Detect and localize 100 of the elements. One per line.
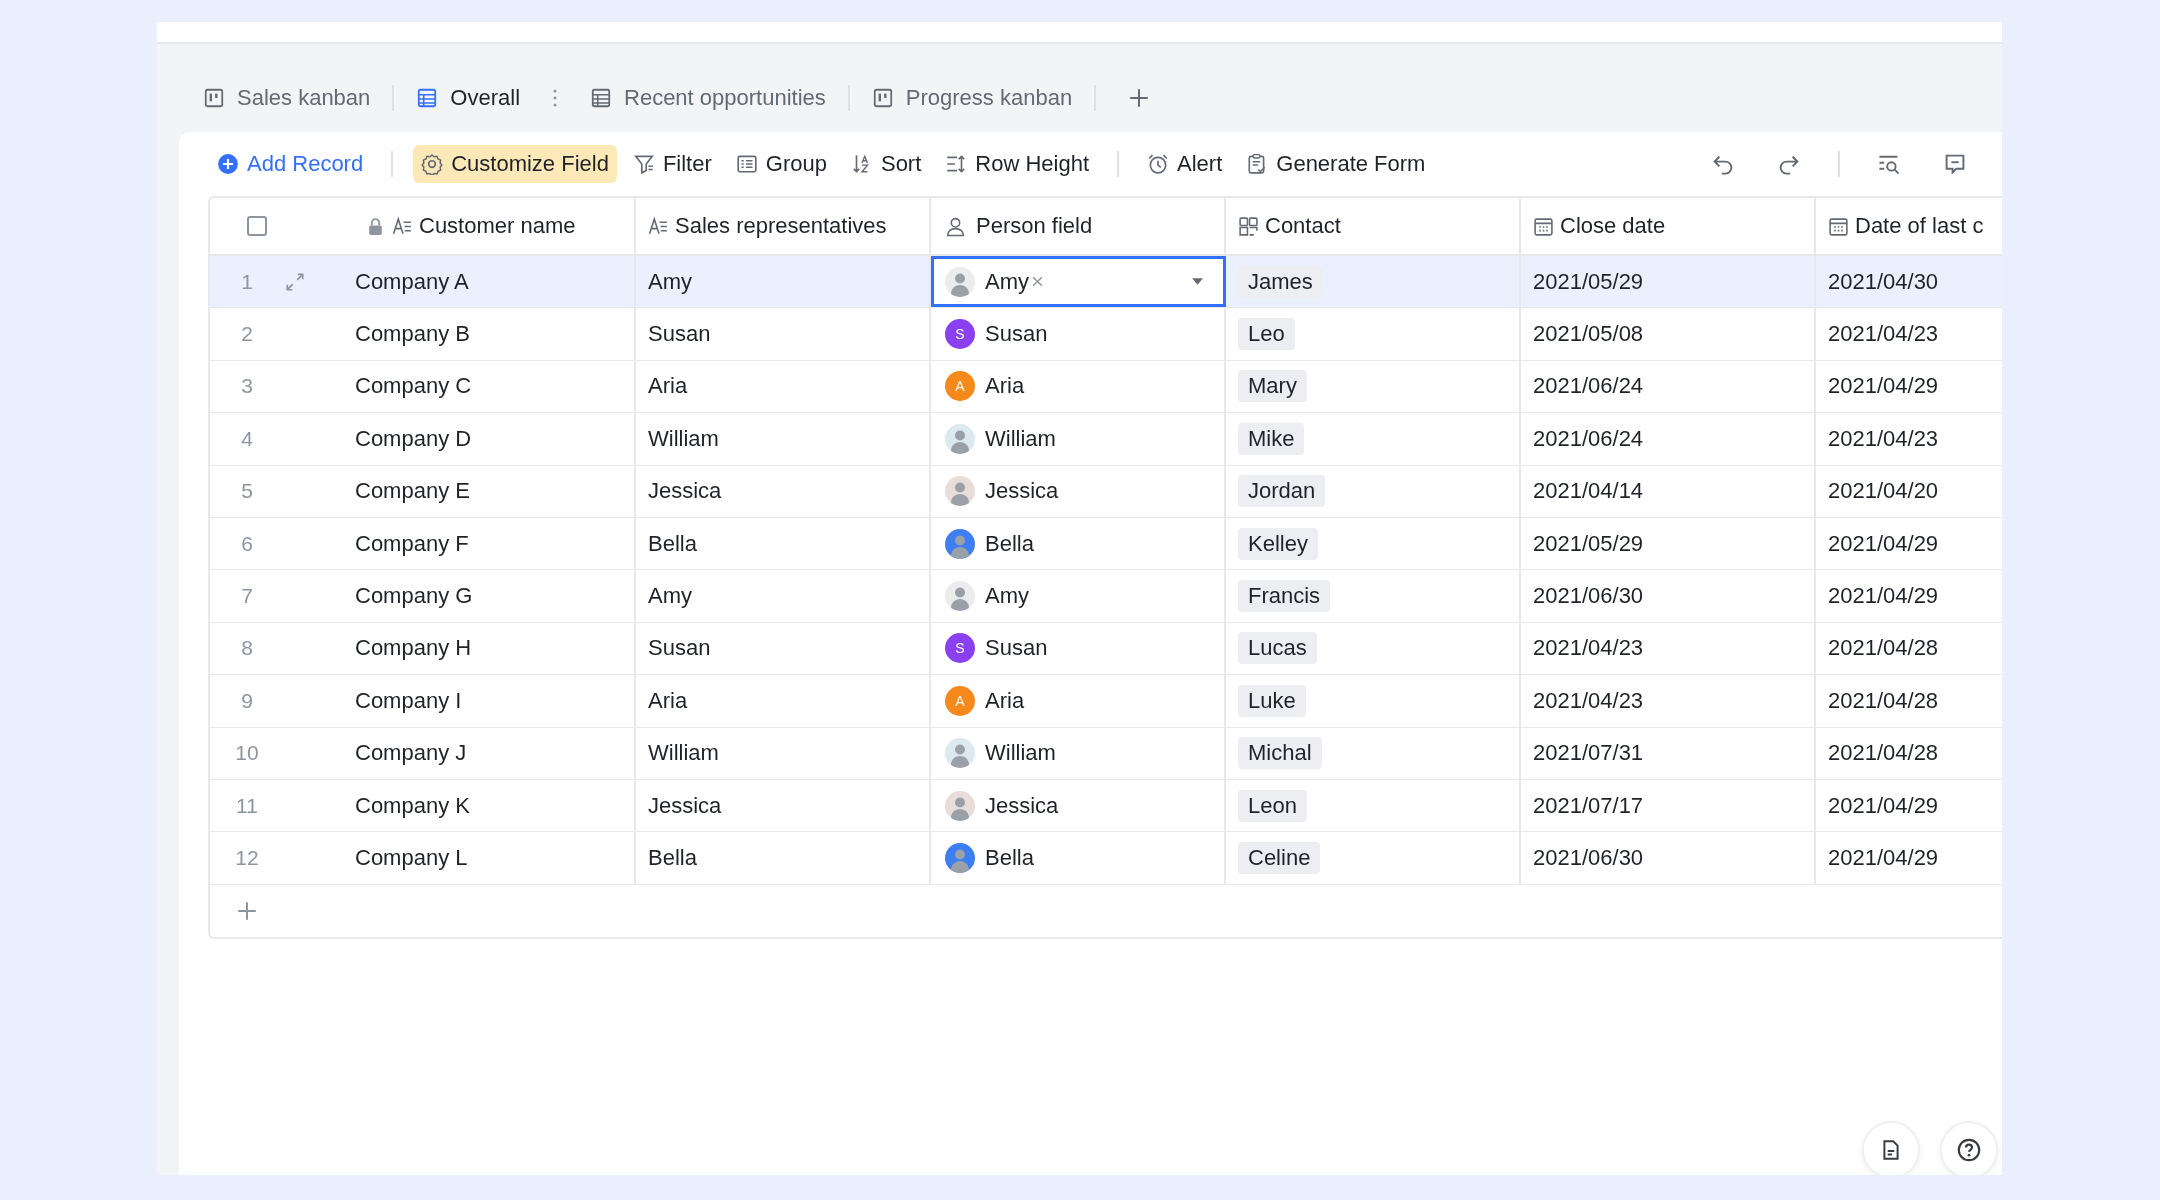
text-field-icon bbox=[648, 215, 669, 237]
table-cell: 2021/06/30 bbox=[1533, 845, 1644, 871]
expand-icon[interactable] bbox=[284, 270, 306, 293]
contact-tag: Michal bbox=[1238, 737, 1322, 770]
table-cell: Company K bbox=[355, 792, 470, 819]
column-header[interactable]: Customer name bbox=[350, 198, 636, 254]
table-cell: 2021/05/29 bbox=[1533, 268, 1644, 295]
table-cell: 2021/04/29 bbox=[1828, 792, 1939, 819]
table-cell: 2021/06/30 bbox=[1533, 583, 1644, 610]
comment-icon[interactable] bbox=[1943, 152, 1967, 176]
add-row-icon[interactable] bbox=[236, 899, 258, 922]
row-number: 1 bbox=[240, 269, 254, 294]
column-header[interactable]: Sales representatives bbox=[636, 198, 931, 254]
toolbar-button[interactable]: Group bbox=[727, 145, 835, 183]
table-cell: 2021/04/23 bbox=[1533, 635, 1644, 662]
row-number: 4 bbox=[240, 426, 254, 451]
person-name: William bbox=[985, 740, 1056, 767]
table-cell: 2021/04/28 bbox=[1828, 740, 1939, 767]
filter-icon bbox=[632, 153, 655, 175]
table-cell: Company J bbox=[355, 740, 467, 767]
plus-circle-icon bbox=[217, 153, 239, 175]
row-number: 2 bbox=[240, 322, 254, 347]
toolbar-button[interactable]: Row Height bbox=[937, 145, 1098, 183]
add-record-button[interactable]: Add Record bbox=[209, 145, 372, 183]
more-icon[interactable] bbox=[552, 88, 558, 108]
toolbar-button[interactable]: Alert bbox=[1139, 145, 1231, 183]
table-cell: 2021/05/29 bbox=[1533, 530, 1644, 557]
row-number: 3 bbox=[240, 374, 254, 399]
table-cell: Jessica bbox=[648, 792, 722, 819]
person-name: Susan bbox=[985, 321, 1048, 348]
table-cell: Susan bbox=[648, 635, 711, 662]
contact-tag: Francis bbox=[1238, 580, 1331, 613]
table-cell: Company D bbox=[355, 425, 472, 452]
kanban-icon bbox=[203, 87, 225, 109]
person-name: Bella bbox=[985, 845, 1034, 871]
grid-icon bbox=[590, 87, 612, 109]
contact-tag: Leon bbox=[1238, 789, 1307, 822]
person-icon bbox=[945, 215, 966, 237]
gear-icon bbox=[421, 153, 444, 175]
row-height-icon bbox=[945, 153, 968, 175]
toolbar-button[interactable]: Sort bbox=[842, 145, 930, 183]
view-tab[interactable]: Recent opportunities bbox=[586, 85, 830, 111]
table-cell: 2021/07/17 bbox=[1533, 792, 1644, 819]
calendar-icon bbox=[1533, 215, 1554, 237]
column-header[interactable]: Close date bbox=[1521, 198, 1816, 254]
table-cell: Bella bbox=[648, 845, 697, 871]
help-button[interactable] bbox=[1940, 1121, 1998, 1175]
view-tab[interactable]: Sales kanban bbox=[199, 85, 375, 111]
contact-tag: James bbox=[1238, 265, 1323, 298]
table-cell: Company E bbox=[355, 478, 470, 505]
table-cell: Amy bbox=[648, 583, 692, 610]
table-cell: 2021/04/29 bbox=[1828, 530, 1939, 557]
contact-tag: Kelley bbox=[1238, 527, 1318, 560]
toolbar-button[interactable]: Filter bbox=[624, 145, 720, 183]
table-cell: 2021/04/28 bbox=[1828, 635, 1939, 662]
person-name: Amy bbox=[985, 583, 1029, 610]
row-number: 12 bbox=[234, 846, 260, 870]
table-cell: 2021/06/24 bbox=[1533, 425, 1644, 452]
row-number: 8 bbox=[240, 636, 254, 661]
person-name: Aria bbox=[985, 687, 1025, 714]
select-all-checkbox[interactable] bbox=[247, 216, 267, 236]
toolbar-button[interactable]: Customize Field bbox=[413, 145, 617, 183]
table-cell: 2021/04/23 bbox=[1828, 321, 1939, 348]
table-cell: Aria bbox=[648, 373, 688, 400]
table-cell: William bbox=[648, 740, 719, 767]
person-name: Jessica bbox=[985, 478, 1059, 505]
person-name: Aria bbox=[985, 373, 1025, 400]
table-cell: Company B bbox=[355, 321, 470, 348]
table-cell: 2021/04/29 bbox=[1828, 845, 1939, 871]
table-cell: Bella bbox=[648, 530, 697, 557]
person-name: Amy bbox=[985, 268, 1029, 295]
view-tab[interactable]: Overall bbox=[412, 85, 524, 111]
document-button[interactable] bbox=[1862, 1121, 1920, 1175]
column-header[interactable]: Contact bbox=[1226, 198, 1521, 254]
table-cell: Amy bbox=[648, 268, 692, 295]
contact-tag: Luke bbox=[1238, 684, 1306, 717]
table-cell: Company L bbox=[355, 845, 468, 871]
table-cell: 2021/04/29 bbox=[1828, 373, 1939, 400]
table-cell: Susan bbox=[648, 321, 711, 348]
view-tab[interactable]: Progress kanban bbox=[867, 85, 1077, 111]
toolbar-button[interactable]: Generate Form bbox=[1238, 145, 1434, 183]
table-cell: 2021/06/24 bbox=[1533, 373, 1644, 400]
caret-icon[interactable] bbox=[1191, 277, 1204, 287]
linked-record-icon bbox=[1238, 215, 1259, 237]
letter-avatar: A bbox=[945, 371, 975, 402]
person-name: Jessica bbox=[985, 792, 1059, 819]
table-cell: Company F bbox=[355, 530, 469, 557]
column-header[interactable]: Date of last c bbox=[1816, 198, 2002, 254]
column-header[interactable]: Person field bbox=[931, 198, 1226, 254]
table-cell: Jessica bbox=[648, 478, 722, 505]
table-cell: 2021/04/30 bbox=[1828, 268, 1939, 295]
kanban-icon bbox=[871, 87, 894, 109]
letter-avatar: A bbox=[945, 685, 975, 716]
table-cell: William bbox=[648, 425, 719, 452]
table-cell: 2021/04/23 bbox=[1533, 687, 1644, 714]
close-icon[interactable] bbox=[1031, 275, 1044, 289]
grid-icon bbox=[416, 87, 439, 109]
person-name: William bbox=[985, 425, 1056, 452]
letter-avatar: S bbox=[945, 319, 975, 350]
add-view-icon[interactable] bbox=[1128, 87, 1151, 109]
